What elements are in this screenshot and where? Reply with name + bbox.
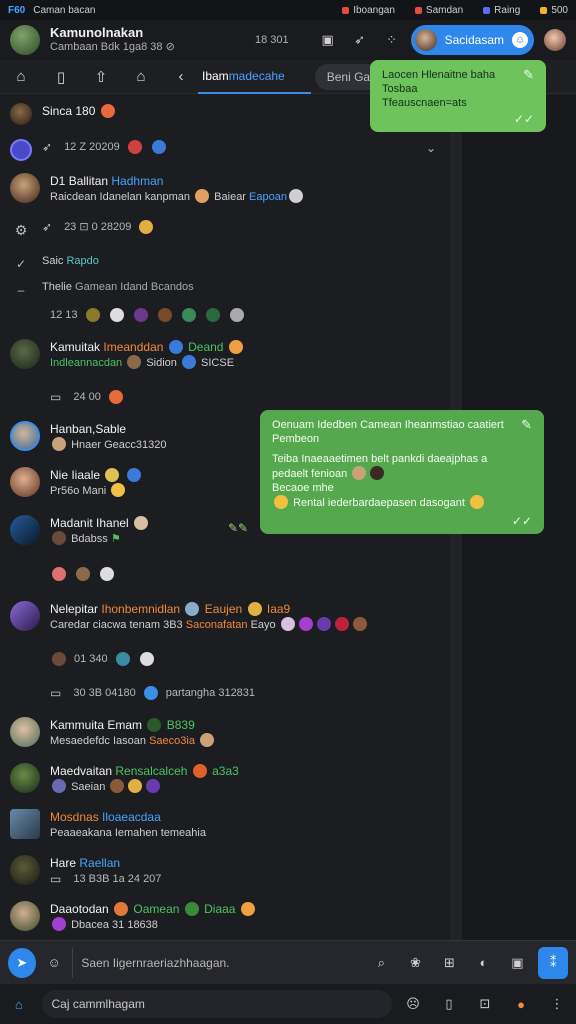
bubble-text: Rental iederbardaepasen dasogant [272,495,532,510]
list-item[interactable]: ▭ 30 3B 04180 partangha 312831 [0,685,450,701]
sticker-alt-icon[interactable]: ● [512,995,530,1013]
status-item-4: 500 [540,5,568,16]
status-icon [540,6,548,14]
profile-pill-button[interactable]: Sacidasam ☺ [410,25,534,55]
gift-icon[interactable]: ⊡ [476,995,494,1013]
bubble-text: Oenuam Idedben Camean Iheanmstiao caatie… [272,419,504,431]
voice-icon[interactable]: ◐ [474,954,492,972]
read-tick-icon: ✓✓ [511,514,532,528]
status-icon [342,6,350,14]
compose-button[interactable]: ➤ [8,947,36,978]
smile-icon: ☺ [512,32,528,48]
status-icon [483,6,491,14]
list-item[interactable]: Kammuita Emam B839 Mesaedefdc Iasoan Sae… [0,717,450,749]
list-item[interactable]: ✓ Saic Rapdo [0,253,450,275]
status-item-3: Raing [483,5,520,16]
more-icon[interactable]: ⋮ [548,995,566,1013]
list-item[interactable]: – Thelie Gamean Idand Bcandos [0,279,450,301]
collapse-icon[interactable]: ‹ [168,64,194,90]
list-item[interactable]: 12 13 [0,307,450,323]
pill-label: Sacidasam [444,33,504,47]
list-item[interactable]: 01 340 [0,651,450,667]
pill-avatar [414,29,437,51]
check-icon: ✓ [15,257,27,271]
list-item[interactable] [0,567,450,581]
attach-icon[interactable]: ⊞ [440,954,458,972]
bubble-text: Becaoe mhe [272,482,334,494]
list-item[interactable]: D1 Ballitan Hadhman Raicdean Idanelan ka… [0,173,450,205]
chat-subtitle: Cambaan Bdk 1ga8 38 ⊘ [50,41,175,53]
tab-active[interactable]: Ibam madecahe [198,60,311,94]
status-bar: F60 Caman bacan Iboangan Samdan Raing 50… [0,0,576,20]
bubble-text: Tfeauscnaen=ats [382,97,467,109]
dash-icon: – [17,283,25,297]
avatar [10,901,40,931]
list-item[interactable]: Daaotodan Oamean Diaaa Dbacea 31 18638 [0,901,450,933]
bubble-text: Tosbaa [382,83,418,95]
list-item[interactable]: Mosdnas Iloaeacdaa Peaaeakana Iemahen te… [0,809,450,841]
member-count: 18 301 [254,34,289,46]
chat-header: Kamunolnakan Cambaan Bdk 1ga8 38 ⊘ 18 30… [0,20,576,60]
message-input[interactable]: Saen Iigernraeriazhhaagan. [72,947,362,978]
avatar [10,467,40,497]
message-bubble-main[interactable]: Oenuam Idedben Camean Iheanmstiao caatie… [260,410,544,534]
bottom-nav: ⌂ Caj cammlhagam ☹ ▯ ⊡ ● ⋮ [0,984,576,1024]
chevron-down-icon[interactable]: ⌄ [426,141,436,155]
avatar [10,173,40,203]
house-outline-icon[interactable]: ⌂ [128,64,154,90]
app-badge: F60 [8,4,26,16]
avatar [10,103,32,125]
status-icon [414,6,422,14]
grid-icon[interactable]: ⁘ [383,31,401,49]
avatar [10,339,40,369]
avatar [10,139,32,161]
status-item-2: Samdan [414,5,463,16]
note-icon[interactable]: ▯ [440,995,458,1013]
read-tick-icon: ✓✓ [513,112,534,126]
avatar [10,421,40,451]
bookmark-icon[interactable]: ▯ [48,64,74,90]
avatar [10,515,40,545]
bubble-text: pedaelt fenioan [272,466,532,481]
upload-icon[interactable]: ⇧ [88,64,114,90]
list-item[interactable]: Nelepitar Ihonbemnidlan Eaujen Iaa9 Care… [0,601,450,633]
avatar [10,717,40,747]
header-title-block[interactable]: Kamunolnakan Cambaan Bdk 1ga8 38 ⊘ [50,26,175,54]
camera-icon[interactable]: ▣ [508,954,526,972]
avatar [10,763,40,793]
chat-title: Kamunolnakan [50,25,144,40]
list-item[interactable]: Kamuitak Imeanddan Deand Indleannacdan S… [0,339,450,371]
tools-icon: ✎✎ [228,521,249,535]
group-avatar[interactable] [10,25,40,55]
archive-icon[interactable]: ▣ [319,31,337,49]
bubble-text: Teiba Inaeaaetimen belt pankdi daeajphas… [272,453,488,465]
gear-icon: ⚙ [14,222,28,238]
user-avatar[interactable] [544,29,566,51]
edit-icon[interactable]: ✎ [523,68,534,82]
emoji-icon[interactable]: ☺ [46,954,63,972]
status-item-1: Iboangan [342,5,395,16]
list-item[interactable]: Hare Raellan ▭ 13 B3B 1a 24 207 [0,855,450,887]
home-icon[interactable]: ⌂ [8,64,34,90]
app-name: Caman bacan [33,4,96,16]
bubble-text: Laocen Hlenaitne baha [382,69,496,81]
sticker-icon[interactable]: ❀ [406,954,424,972]
message-bubble-top[interactable]: Laocen Hlenaitne baha Tosbaa Tfeauscnaen… [370,60,546,132]
avatar [10,601,40,631]
avatar [10,809,40,839]
home-icon[interactable]: ⌂ [10,995,28,1013]
send-button[interactable]: ⁑ [538,946,568,979]
list-item[interactable]: ⚙ ➶ 23 ⊡ 0 28209 [0,219,450,241]
edit-icon[interactable]: ✎ [521,418,532,432]
message-composer: ➤ ☺ Saen Iigernraeriazhhaagan. ⌕ ❀ ⊞ ◐ ▣… [0,940,576,984]
list-item[interactable]: ➶ 12 Z 20209 ⌄ [0,139,450,161]
pin-icon[interactable]: ➶ [351,31,369,49]
bubble-text: Pembeon [272,433,320,445]
search-icon[interactable]: ⌕ [372,954,390,972]
bottom-search-input[interactable]: Caj cammlhagam [41,990,392,1018]
list-item[interactable]: ▭ 24 00 [0,389,450,405]
avatar [10,855,40,885]
list-item[interactable]: Maedvaitan Rensalcalceh a3a3 Saeian [0,763,450,795]
reaction-icon[interactable]: ☹ [404,995,422,1013]
